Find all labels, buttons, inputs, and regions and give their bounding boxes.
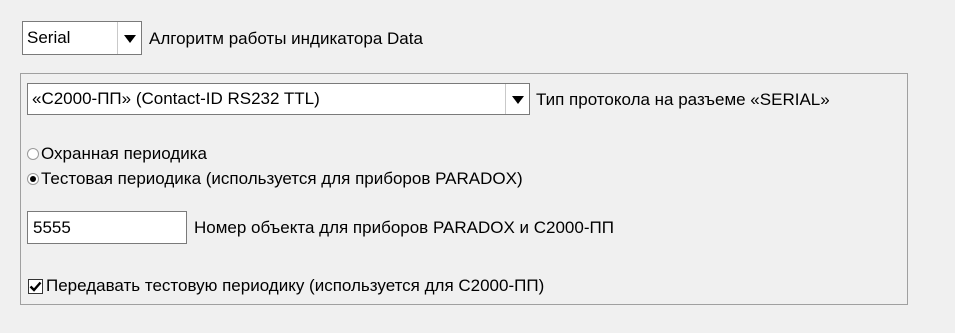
radio-guard-indicator[interactable] (27, 148, 39, 160)
protocol-dropdown-button[interactable] (505, 84, 529, 114)
indicator-mode-dropdown-button[interactable] (117, 22, 141, 54)
radio-guard-periodic[interactable]: Охранная периодика (27, 144, 207, 164)
protocol-select[interactable]: «С2000-ПП» (Contact-ID RS232 TTL) (27, 83, 530, 115)
protocol-label: Тип протокола на разъеме «SERIAL» (536, 90, 830, 109)
indicator-mode-value: Serial (27, 28, 71, 47)
indicator-mode-label: Алгоритм работы индикатора Data (149, 29, 423, 48)
object-number-value: 5555 (33, 217, 71, 237)
radio-test-indicator[interactable] (27, 173, 39, 185)
radio-test-label: Тестовая периодика (используется для при… (41, 169, 523, 188)
checkmark-icon (29, 281, 42, 292)
object-number-label: Номер объекта для приборов PARADOX и С20… (194, 218, 614, 237)
radio-selected-dot (30, 176, 36, 182)
chevron-down-icon (511, 96, 524, 104)
checkbox-box[interactable] (28, 278, 43, 294)
chevron-down-icon (123, 35, 136, 43)
object-number-input[interactable]: 5555 (27, 211, 187, 244)
send-test-periodic-checkbox[interactable]: Передавать тестовую периодику (используе… (28, 276, 544, 296)
indicator-mode-select[interactable]: Serial (22, 21, 142, 55)
send-test-periodic-label: Передавать тестовую периодику (используе… (46, 276, 545, 295)
protocol-value: «С2000-ПП» (Contact-ID RS232 TTL) (32, 89, 320, 108)
radio-test-periodic[interactable]: Тестовая периодика (используется для при… (27, 169, 523, 189)
radio-guard-label: Охранная периодика (41, 144, 207, 163)
